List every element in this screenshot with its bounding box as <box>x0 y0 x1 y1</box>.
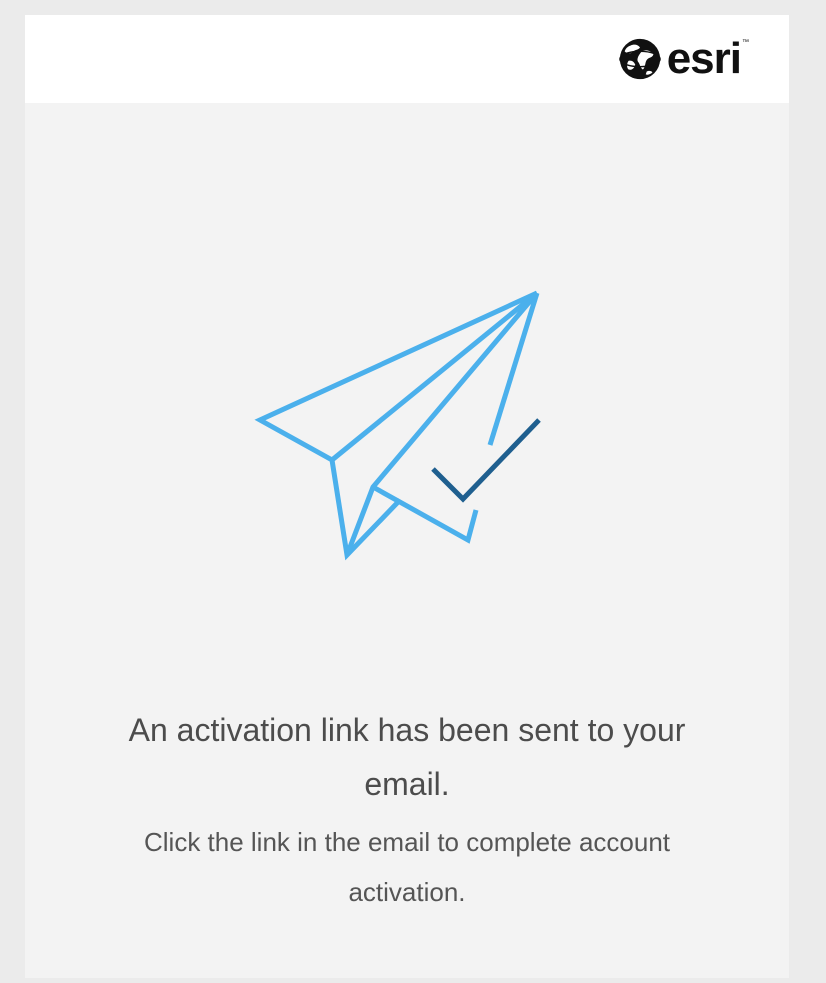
paper-plane-check-icon <box>254 290 541 561</box>
confirmation-message: An activation link has been sent to your… <box>25 703 789 917</box>
globe-icon <box>618 38 661 80</box>
message-title: An activation link has been sent to your… <box>128 712 686 802</box>
page-frame: esri ™ An activation link has been sent … <box>0 0 826 983</box>
activation-card: esri ™ An activation link has been sent … <box>25 15 789 978</box>
message-subtitle: Click the link in the email to complete … <box>143 827 671 907</box>
esri-logo: esri ™ <box>617 34 749 84</box>
logo-wordmark: esri <box>666 34 742 83</box>
trademark-symbol: ™ <box>742 39 749 46</box>
header-bar: esri ™ <box>25 15 789 103</box>
